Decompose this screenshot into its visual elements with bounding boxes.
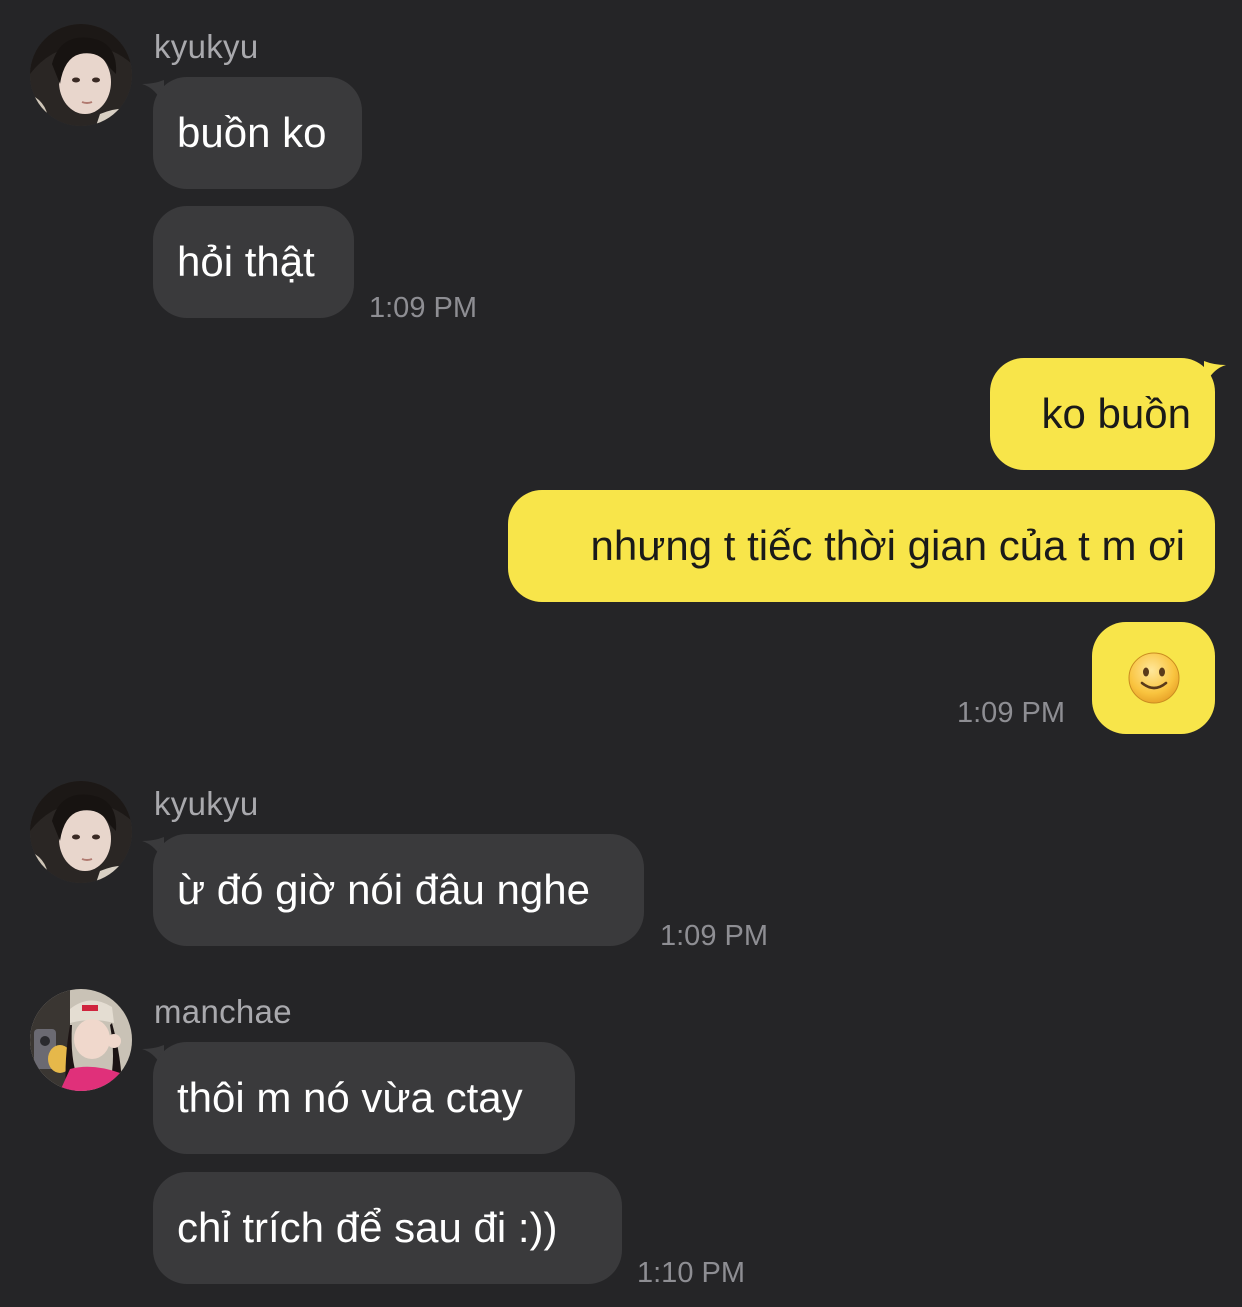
avatar-kyukyu[interactable] xyxy=(30,24,132,126)
message-text: buồn ko xyxy=(177,109,327,156)
message-text: ừ đó giờ nói đâu nghe xyxy=(177,866,590,913)
sender-name: kyukyu xyxy=(154,28,259,65)
message-bubble[interactable]: hỏi thật xyxy=(153,206,354,318)
avatar-manchae[interactable] xyxy=(30,989,132,1091)
avatar-kyukyu-image xyxy=(30,781,132,883)
message-text: ko buồn xyxy=(1041,390,1191,437)
message-text: chỉ trích để sau đi :)) xyxy=(177,1204,558,1251)
message-bubble[interactable] xyxy=(1092,622,1215,734)
message-bubble[interactable]: thôi m nó vừa ctay xyxy=(153,1042,575,1154)
message-bubble[interactable]: buồn ko xyxy=(153,77,362,189)
message-bubble[interactable]: chỉ trích để sau đi :)) xyxy=(153,1172,622,1284)
avatar-kyukyu-image xyxy=(30,24,132,126)
message-timestamp: 1:09 PM xyxy=(660,920,768,952)
message-bubble[interactable]: ừ đó giờ nói đâu nghe xyxy=(153,834,644,946)
slightly-smiling-face-icon xyxy=(1128,652,1179,704)
sender-name: manchae xyxy=(154,993,292,1030)
message-timestamp: 1:09 PM xyxy=(369,292,477,324)
avatar-manchae-image xyxy=(30,989,132,1091)
message-bubble[interactable]: nhưng t tiếc thời gian của t m ơi xyxy=(508,490,1215,602)
avatar-kyukyu[interactable] xyxy=(30,781,132,883)
message-timestamp: 1:10 PM xyxy=(637,1257,745,1289)
message-text: thôi m nó vừa ctay xyxy=(177,1074,523,1121)
message-text: nhưng t tiếc thời gian của t m ơi xyxy=(590,522,1185,569)
message-timestamp: 1:09 PM xyxy=(957,697,1065,729)
message-text: hỏi thật xyxy=(177,238,315,285)
message-bubble[interactable]: ko buồn xyxy=(990,358,1215,470)
sender-name: kyukyu xyxy=(154,785,259,822)
